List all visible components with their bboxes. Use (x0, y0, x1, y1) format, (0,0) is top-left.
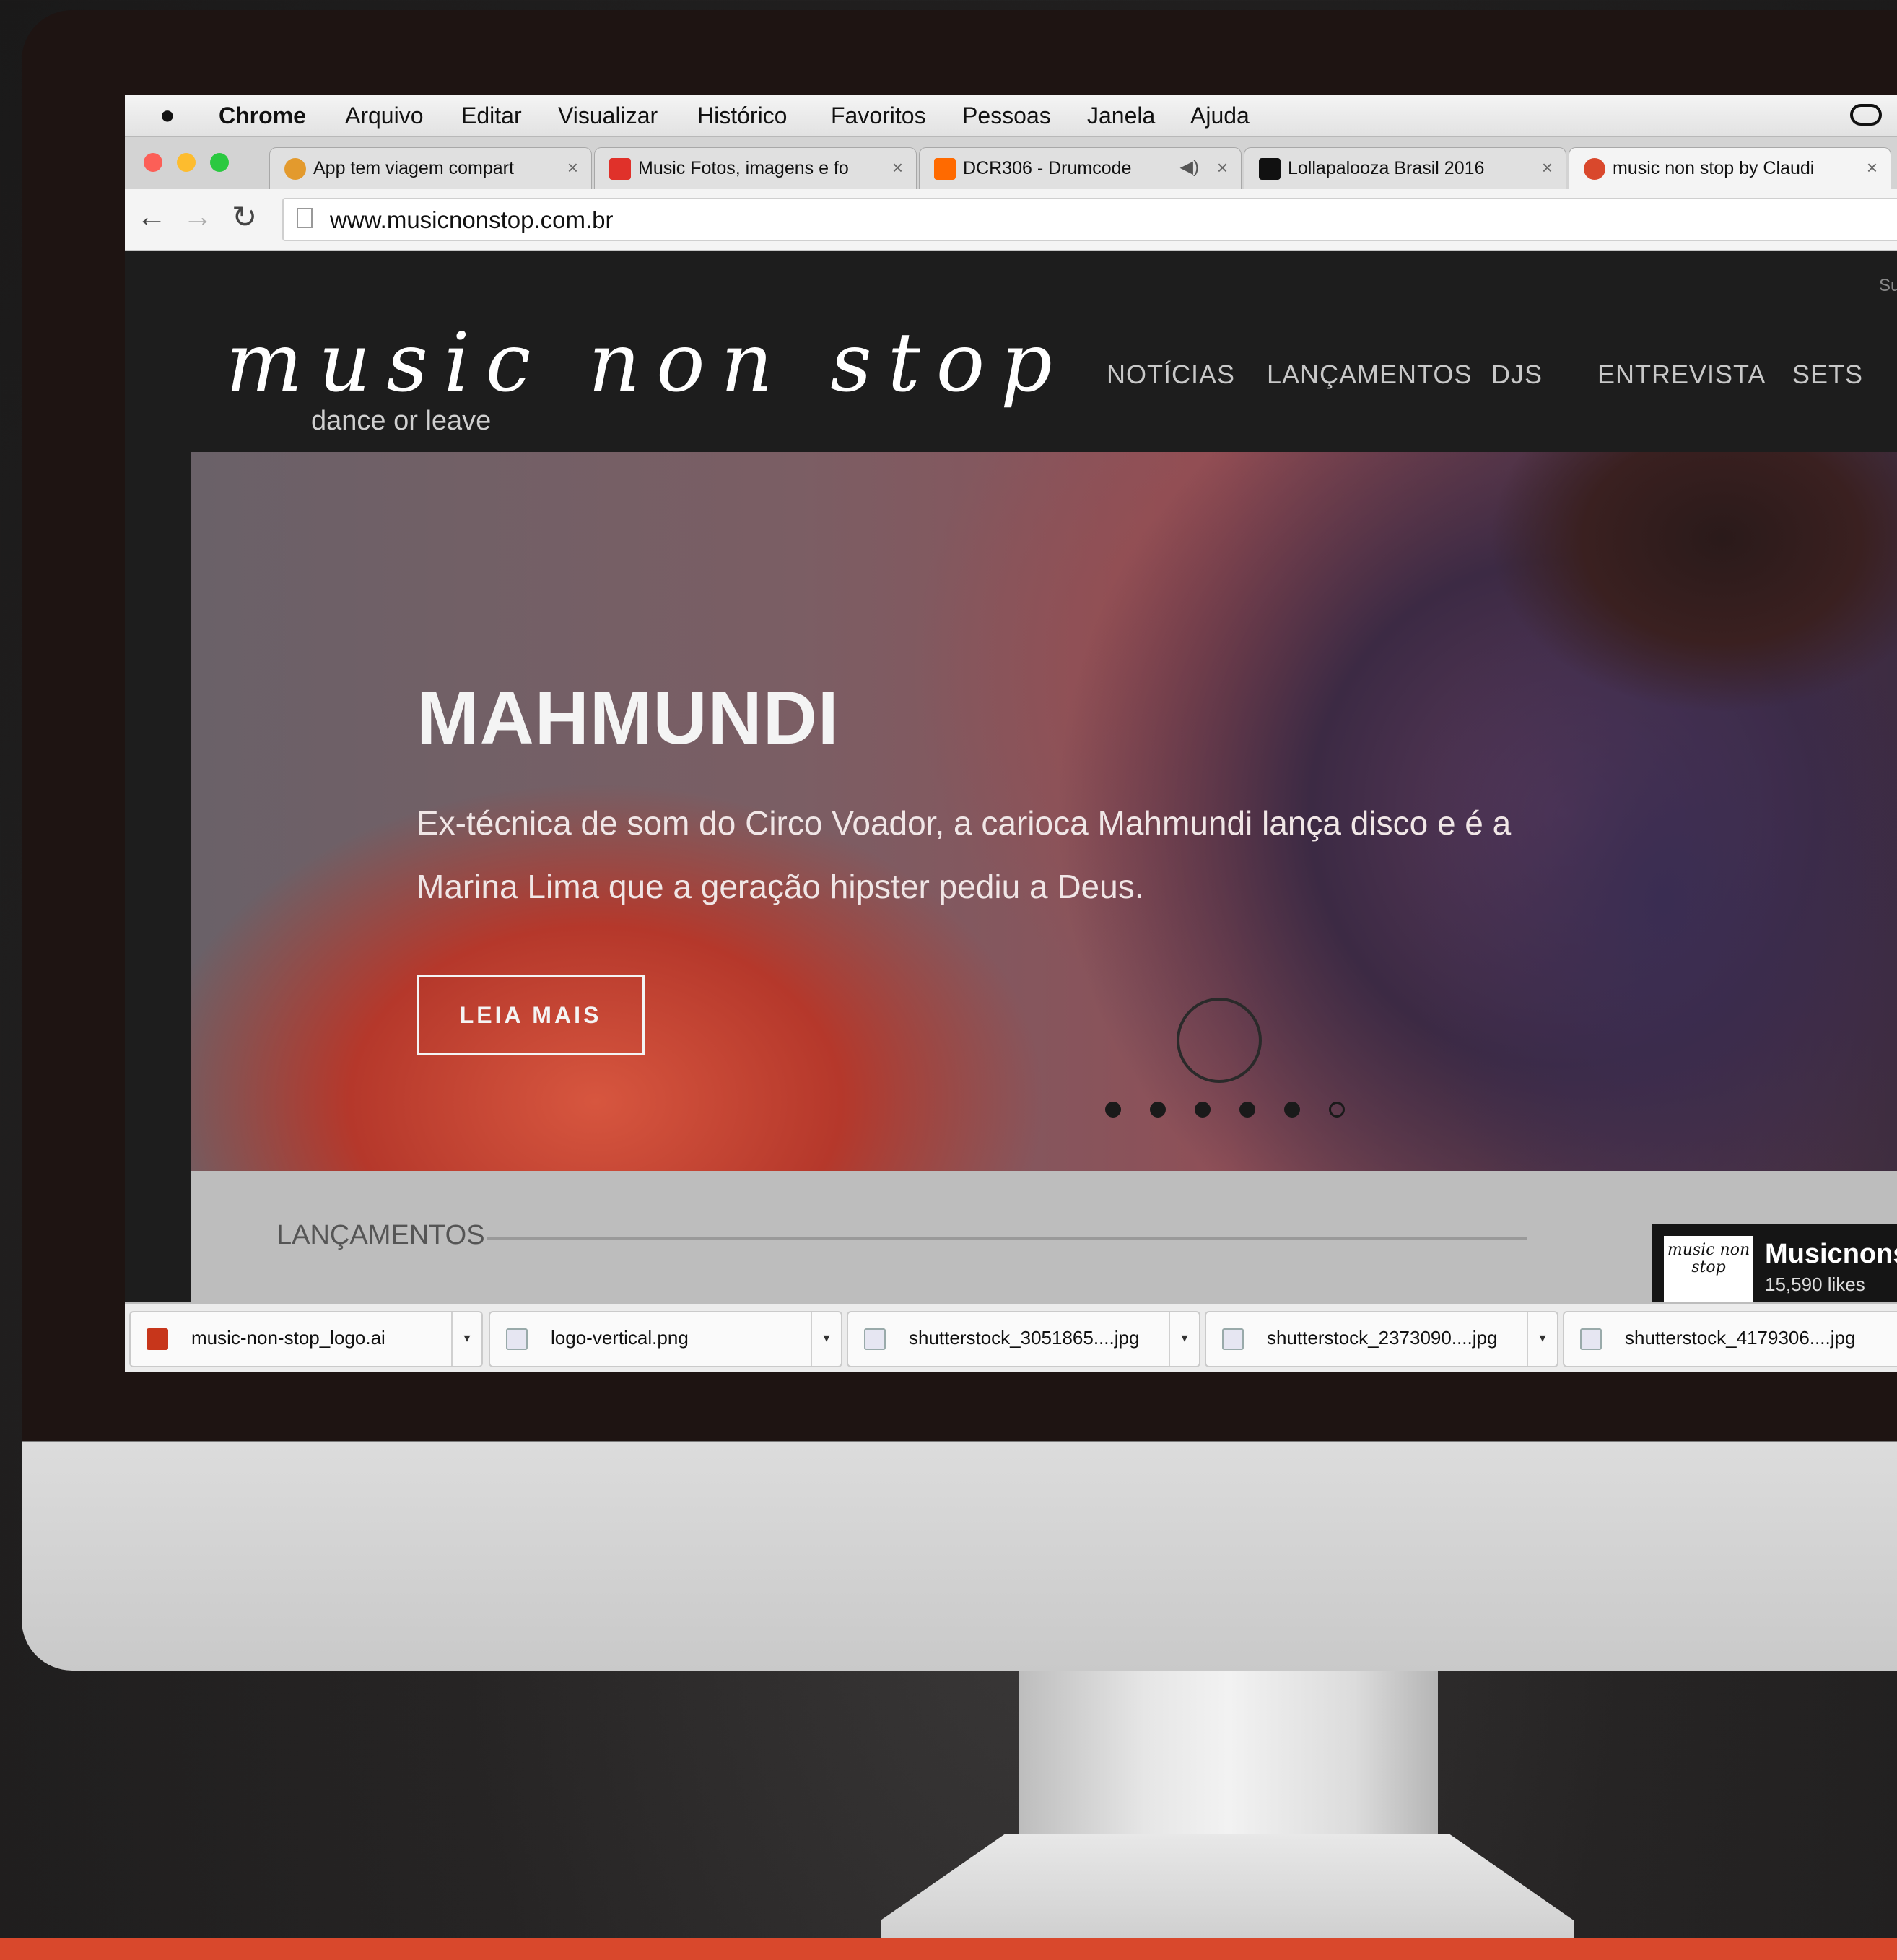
chevron-down-icon[interactable]: ▾ (1169, 1312, 1199, 1366)
fb-page-logo: music non stop (1664, 1236, 1753, 1302)
tab-title: Music Fotos, imagens e fo (638, 158, 849, 178)
screen: ● Chrome Arquivo Editar Visualizar Histó… (125, 95, 1897, 1372)
site-logo[interactable]: music non stop (226, 316, 1068, 410)
photo-site-icon (609, 158, 631, 180)
tab-close-icon[interactable]: × (1542, 157, 1553, 179)
download-filename: music-non-stop_logo.ai (191, 1327, 385, 1349)
image-file-icon (1222, 1328, 1244, 1350)
back-arrow-icon[interactable]: ← (136, 199, 167, 234)
address-bar[interactable]: www.musicnonstop.com.br (282, 198, 1897, 241)
download-shelf: music-non-stop_logo.ai ▾ logo-vertical.p… (125, 1302, 1897, 1372)
menu-app-name[interactable]: Chrome (219, 103, 306, 129)
hero-slider: MAHMUNDI Ex-técnica de som do Circo Voad… (191, 452, 1897, 1171)
fb-page-name[interactable]: Musicnonstop (1765, 1239, 1897, 1270)
tab-title: DCR306 - Drumcode (963, 158, 1132, 178)
download-filename: logo-vertical.png (551, 1327, 689, 1349)
slider-dot[interactable] (1239, 1102, 1255, 1118)
site-tagline: dance or leave (311, 406, 492, 436)
tab-close-icon[interactable]: × (1217, 157, 1228, 179)
menu-favoritos[interactable]: Favoritos (831, 103, 926, 129)
soundcloud-icon (934, 158, 956, 180)
releases-section: LANÇAMENTOS music non stop Musicnonstop … (191, 1171, 1897, 1302)
download-item[interactable]: shutterstock_4179306....jpg (1563, 1311, 1897, 1367)
section-divider (487, 1237, 1527, 1240)
tab-lollapalooza[interactable]: Lollapalooza Brasil 2016 × (1244, 147, 1566, 190)
tab-strip: App tem viagem compart × Music Fotos, im… (125, 137, 1897, 190)
cursor-highlight (1177, 998, 1262, 1083)
close-window-button[interactable] (144, 153, 162, 172)
nav-lancamentos[interactable]: LANÇAMENTOS (1267, 360, 1472, 390)
top-right-link[interactable]: Su (1879, 276, 1897, 296)
minimize-window-button[interactable] (177, 153, 196, 172)
lollapalooza-icon (1259, 158, 1281, 180)
releases-heading: LANÇAMENTOS (276, 1220, 485, 1250)
image-file-icon (1580, 1328, 1602, 1350)
nav-djs[interactable]: DJS (1491, 360, 1543, 390)
monitor-chin (22, 1442, 1897, 1671)
music-site-icon (1584, 158, 1605, 180)
url-text: www.musicnonstop.com.br (330, 206, 614, 233)
nav-entrevista[interactable]: ENTREVISTA (1597, 360, 1766, 390)
monitor-stand-neck (1019, 1671, 1438, 1837)
tab-music-non-stop[interactable]: music non stop by Claudi × (1569, 147, 1891, 190)
fb-like-count: 15,590 likes (1765, 1273, 1865, 1295)
tab-close-icon[interactable]: × (892, 157, 903, 179)
tab-title: music non stop by Claudi (1613, 158, 1815, 178)
tab-close-icon[interactable]: × (567, 157, 578, 179)
slider-dot-active[interactable] (1329, 1102, 1345, 1118)
tab-music-photos[interactable]: Music Fotos, imagens e fo × (594, 147, 917, 190)
download-filename: shutterstock_2373090....jpg (1267, 1327, 1498, 1349)
monitor-stand-base (881, 1834, 1574, 1942)
tab-title: Lollapalooza Brasil 2016 (1288, 158, 1485, 178)
download-item[interactable]: shutterstock_3051865....jpg ▾ (847, 1311, 1200, 1367)
image-file-icon (864, 1328, 886, 1350)
browser-toolbar: ← → ↻ www.musicnonstop.com.br (125, 189, 1897, 251)
slider-dot[interactable] (1105, 1102, 1121, 1118)
zoom-window-button[interactable] (210, 153, 229, 172)
download-filename: shutterstock_4179306....jpg (1625, 1327, 1856, 1349)
illustrator-file-icon (147, 1328, 168, 1350)
chevron-down-icon[interactable]: ▾ (811, 1312, 841, 1366)
menu-arquivo[interactable]: Arquivo (345, 103, 424, 129)
nav-noticias[interactable]: NOTÍCIAS (1107, 360, 1235, 390)
creative-cloud-icon[interactable] (1850, 104, 1882, 126)
tab-drumcode[interactable]: DCR306 - Drumcode ◀) × (919, 147, 1242, 190)
menu-visualizar[interactable]: Visualizar (558, 103, 658, 129)
hero-description: Ex-técnica de som do Circo Voador, a car… (417, 804, 1512, 905)
facebook-page-widget[interactable]: music non stop Musicnonstop 15,590 likes (1652, 1224, 1897, 1302)
download-item[interactable]: music-non-stop_logo.ai ▾ (129, 1311, 483, 1367)
hero-title: MAHMUNDI (417, 676, 840, 760)
speaker-icon[interactable]: ◀) (1180, 157, 1199, 178)
tab-title: App tem viagem compart (313, 158, 514, 178)
apple-icon[interactable]: ● (160, 100, 175, 130)
tab-tripadvisor[interactable]: App tem viagem compart × (269, 147, 592, 190)
forward-arrow-icon[interactable]: → (183, 199, 213, 234)
image-file-icon (506, 1328, 528, 1350)
menu-editar[interactable]: Editar (461, 103, 522, 129)
reload-icon[interactable]: ↻ (232, 199, 257, 235)
slider-dot[interactable] (1195, 1102, 1211, 1118)
nav-sets[interactable]: SETS (1792, 360, 1863, 390)
read-more-button[interactable]: LEIA MAIS (417, 975, 645, 1055)
menu-janela[interactable]: Janela (1087, 103, 1155, 129)
chevron-down-icon[interactable]: ▾ (451, 1312, 481, 1366)
menu-pessoas[interactable]: Pessoas (962, 103, 1051, 129)
download-filename: shutterstock_3051865....jpg (909, 1327, 1140, 1349)
menu-historico[interactable]: Histórico (697, 103, 787, 129)
menu-ajuda[interactable]: Ajuda (1190, 103, 1250, 129)
accent-bar (0, 1938, 1897, 1960)
slider-dot[interactable] (1150, 1102, 1166, 1118)
slider-dot[interactable] (1284, 1102, 1300, 1118)
chevron-down-icon[interactable]: ▾ (1527, 1312, 1557, 1366)
page-icon (297, 208, 313, 228)
tripadvisor-icon (284, 158, 306, 180)
mac-menubar: ● Chrome Arquivo Editar Visualizar Histó… (125, 95, 1897, 137)
download-item[interactable]: shutterstock_2373090....jpg ▾ (1205, 1311, 1558, 1367)
web-page: Su music non stop dance or leave NOTÍCIA… (125, 251, 1897, 1302)
tab-close-icon[interactable]: × (1867, 157, 1878, 179)
download-item[interactable]: logo-vertical.png ▾ (489, 1311, 842, 1367)
